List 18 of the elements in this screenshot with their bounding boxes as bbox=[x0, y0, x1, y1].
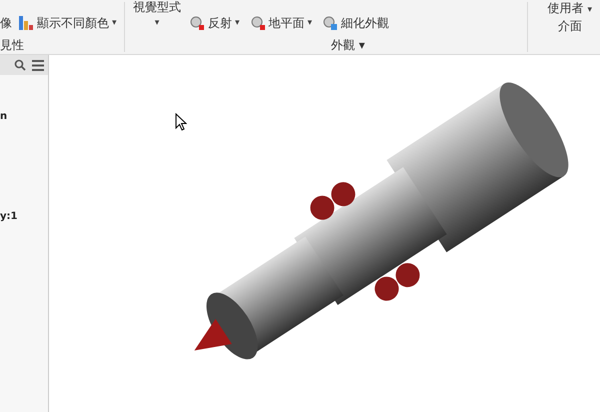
search-icon[interactable] bbox=[14, 59, 26, 71]
menu-icon[interactable] bbox=[32, 60, 44, 70]
ribbon-label: 像 bbox=[0, 14, 12, 32]
appearance-icon bbox=[322, 15, 338, 31]
appearance-icon bbox=[250, 15, 266, 31]
group-label: 見性 bbox=[0, 37, 25, 54]
tree-item[interactable]: n bbox=[0, 111, 8, 122]
cursor-icon bbox=[175, 113, 187, 131]
user-interface-button[interactable]: 使用者 ▾ 介面 bbox=[540, 0, 600, 34]
visual-style-button[interactable]: 視覺型式 ▾ bbox=[125, 0, 189, 30]
color-button[interactable]: 顯示不同顏色 ▾ bbox=[18, 14, 117, 32]
tree-item[interactable]: y:1 bbox=[0, 211, 18, 222]
ribbon-button[interactable]: 細化外觀 bbox=[322, 14, 390, 32]
group-label[interactable]: 外觀 ▾ bbox=[331, 37, 365, 54]
appearance-icon bbox=[189, 15, 205, 31]
ribbon-button[interactable]: 地平面 ▾ bbox=[250, 14, 312, 32]
bar-chart-icon bbox=[18, 15, 34, 31]
ribbon-button[interactable]: 反射 ▾ bbox=[189, 14, 240, 32]
